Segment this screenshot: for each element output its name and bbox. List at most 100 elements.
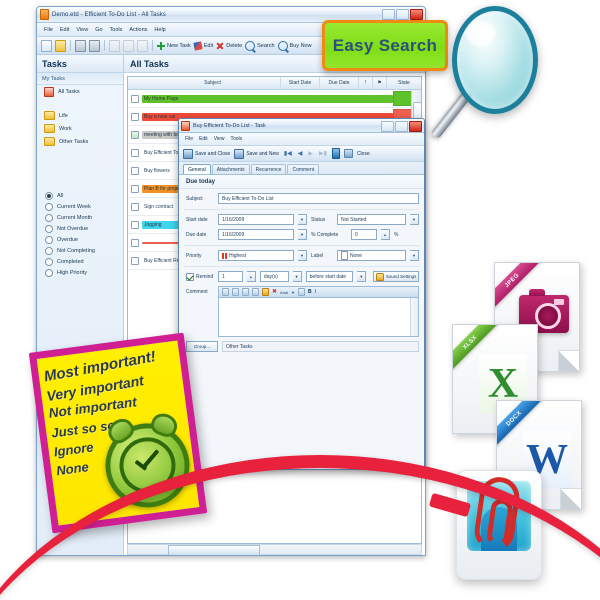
column-header-attachment[interactable]: ⚑ <box>373 77 387 89</box>
font-color-icon[interactable] <box>297 288 305 296</box>
nav-first-icon[interactable]: ▮◀ <box>283 150 293 157</box>
close-button[interactable] <box>410 9 423 20</box>
font-family-select[interactable]: Arial <box>280 290 288 295</box>
filter-completed[interactable]: Completed <box>37 256 123 267</box>
filter-not-completing[interactable]: Not Completing <box>37 245 123 256</box>
comment-scrollbar[interactable] <box>410 298 418 336</box>
dialog-menu-view[interactable]: View <box>214 136 225 142</box>
label-select[interactable]: None <box>337 250 406 261</box>
row-checkbox[interactable] <box>131 130 139 139</box>
row-checkbox[interactable] <box>131 202 139 211</box>
edit-button[interactable]: Edit <box>193 40 213 51</box>
label-dropdown-icon[interactable]: ▼ <box>410 250 419 261</box>
menu-item-edit[interactable]: Edit <box>60 27 69 33</box>
column-header-due-date[interactable]: Due Date <box>320 77 359 89</box>
sidebar-item-work[interactable]: Work <box>37 122 123 135</box>
dialog-menu-tools[interactable]: Tools <box>230 136 242 142</box>
table-row[interactable]: My Home Page <box>128 90 421 108</box>
search-button[interactable]: Search <box>245 40 275 51</box>
filter-current-week[interactable]: Current Week <box>37 201 123 212</box>
dialog-menu-file[interactable]: File <box>185 136 193 142</box>
remind-checkbox[interactable] <box>186 272 194 281</box>
priority-select[interactable]: Highest <box>218 250 294 261</box>
remind-checkbox-group[interactable]: Remind <box>186 272 214 281</box>
new-document-icon[interactable] <box>41 39 52 52</box>
copy-icon[interactable] <box>123 39 134 52</box>
remind-unit-dropdown-icon[interactable]: ▼ <box>292 271 302 282</box>
filter-not-overdue[interactable]: Not Overdue <box>37 223 123 234</box>
italic-icon[interactable]: I <box>315 289 316 295</box>
row-checkbox[interactable] <box>131 112 139 121</box>
row-checkbox[interactable] <box>131 238 139 247</box>
dialog-close-button[interactable] <box>409 121 422 132</box>
row-checkbox[interactable] <box>131 148 139 157</box>
filter-high-priority[interactable]: High Priority <box>37 267 123 278</box>
remind-unit-select[interactable]: day(s) <box>259 271 289 282</box>
dialog-minimize-button[interactable] <box>381 121 394 132</box>
menu-item-actions[interactable]: Actions <box>129 27 147 33</box>
cut-icon[interactable] <box>242 288 249 296</box>
dialog-maximize-button[interactable] <box>395 121 408 132</box>
sidebar-item-all-tasks[interactable]: All Tasks <box>37 85 123 99</box>
paste-icon[interactable] <box>137 39 148 52</box>
open-folder-icon[interactable] <box>55 39 66 52</box>
clear-format-icon[interactable]: ✖ <box>272 289 277 295</box>
dialog-menu-edit[interactable]: Edit <box>199 136 208 142</box>
menu-item-help[interactable]: Help <box>154 27 165 33</box>
group-button[interactable]: Group... <box>186 341 218 352</box>
sidebar-item-life[interactable]: Life <box>37 109 123 122</box>
save-and-close-button[interactable]: Save and Close <box>183 148 230 159</box>
due-date-input[interactable]: 1/16/2009 <box>218 229 294 240</box>
column-header-state[interactable]: State <box>387 77 421 89</box>
buy-now-button[interactable]: Buy Now <box>277 40 312 51</box>
paste-icon[interactable] <box>262 288 269 296</box>
delete-button[interactable]: Delete <box>216 42 242 50</box>
print-icon[interactable] <box>75 39 86 52</box>
subject-input[interactable]: Buy Efficient To-Do List <box>218 193 419 204</box>
redo-icon[interactable] <box>232 288 239 296</box>
menu-item-view[interactable]: View <box>76 27 88 33</box>
status-dropdown-icon[interactable]: ▼ <box>410 214 419 225</box>
nav-last-icon[interactable]: ▶▮ <box>318 150 328 157</box>
row-checkbox[interactable] <box>131 220 139 229</box>
sound-settings-button[interactable]: Sound Settings <box>373 271 419 282</box>
menu-item-tools[interactable]: Tools <box>110 27 123 33</box>
row-checkbox[interactable] <box>131 166 139 175</box>
remind-count-input[interactable]: 1 <box>218 271 243 282</box>
dialog-close-action-button[interactable]: Close <box>357 151 370 157</box>
tab-recurrence[interactable]: Recurrence <box>250 164 287 174</box>
priority-dropdown-icon[interactable]: ▼ <box>298 250 307 261</box>
undo-icon[interactable] <box>222 288 229 296</box>
status-select[interactable]: Not Started <box>337 214 406 225</box>
font-size-select[interactable]: ▼ <box>291 290 295 295</box>
recurrence-icon[interactable] <box>343 149 353 158</box>
remind-when-dropdown-icon[interactable]: ▼ <box>357 271 367 282</box>
cut-icon[interactable] <box>109 39 120 52</box>
save-and-new-button[interactable]: Save and New <box>234 148 279 159</box>
start-date-dropdown-icon[interactable]: ▼ <box>298 214 307 225</box>
tab-comment[interactable]: Comment <box>287 164 320 174</box>
copy-icon[interactable] <box>252 288 259 296</box>
filter-overdue[interactable]: Overdue <box>37 234 123 245</box>
column-header-start-date[interactable]: Start Date <box>281 77 320 89</box>
tab-attachments[interactable]: Attachments <box>211 164 250 174</box>
bold-icon[interactable]: B <box>308 289 312 295</box>
filter-all[interactable]: All <box>37 190 123 201</box>
percent-complete-input[interactable]: 0 <box>351 229 377 240</box>
minimize-button[interactable] <box>382 9 395 20</box>
print-preview-icon[interactable] <box>89 39 100 52</box>
percent-complete-stepper[interactable]: ▴ <box>381 229 390 240</box>
column-header-subject[interactable]: Subject <box>145 77 281 89</box>
menu-item-file[interactable]: File <box>44 27 53 33</box>
sidebar-item-other-tasks[interactable]: Other Tasks <box>37 135 123 148</box>
menu-item-go[interactable]: Go <box>95 27 102 33</box>
row-checkbox[interactable] <box>131 94 139 103</box>
remind-count-stepper[interactable]: ▴ <box>246 271 256 282</box>
remind-when-select[interactable]: before start date <box>305 271 354 282</box>
column-header-priority[interactable]: ! <box>359 77 373 89</box>
start-date-input[interactable]: 1/16/2009 <box>218 214 294 225</box>
maximize-button[interactable] <box>396 9 409 20</box>
row-checkbox[interactable] <box>131 256 139 265</box>
filter-current-month[interactable]: Current Month <box>37 212 123 223</box>
due-date-dropdown-icon[interactable]: ▼ <box>298 229 307 240</box>
